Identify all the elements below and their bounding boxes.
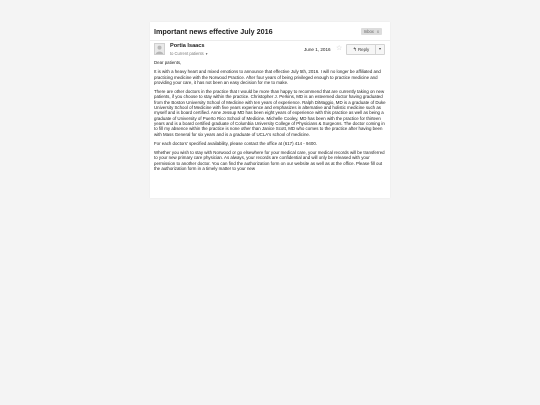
header-divider [150,40,390,41]
reply-label: Reply [357,47,370,52]
email-subject: Important news effective July 2016 [154,27,273,36]
chevron-down-icon: ▾ [379,47,381,51]
body-paragraph-1: It is with a heavy heart and mixed emoti… [154,69,381,85]
reply-arrow-icon: ↰ [352,47,357,53]
subject-row: Important news effective July 2016 Inbox… [154,27,386,39]
body-paragraph-4: Whether you wish to stay with Norwood or… [154,150,385,172]
email-date: June 1, 2016 [304,47,331,52]
email-card: Important news effective July 2016 Inbox… [150,22,390,198]
reply-button[interactable]: ↰Reply [346,44,376,55]
sender-avatar[interactable] [154,43,165,55]
email-body: Dear patients, It is with a heavy heart … [154,60,386,175]
body-paragraph-2: There are other doctors in the practice … [154,89,386,137]
sender-name[interactable]: Portia Isaacs [170,43,205,49]
person-icon [155,44,164,54]
remove-label-icon[interactable]: x [377,29,379,34]
star-icon[interactable]: ☆ [336,45,342,52]
recipients-line[interactable]: to Current patients ▾ [170,51,208,56]
body-paragraph-3: For each doctors' specified availability… [154,140,317,146]
recipients-details-icon[interactable]: ▾ [206,52,208,56]
more-actions-button[interactable]: ▾ [375,44,385,55]
recipients-text: to Current patients [170,51,204,56]
inbox-label-badge[interactable]: Inbox x [360,28,382,35]
inbox-label-text: Inbox [363,29,374,34]
greeting-paragraph: Dear patients, [154,60,182,65]
